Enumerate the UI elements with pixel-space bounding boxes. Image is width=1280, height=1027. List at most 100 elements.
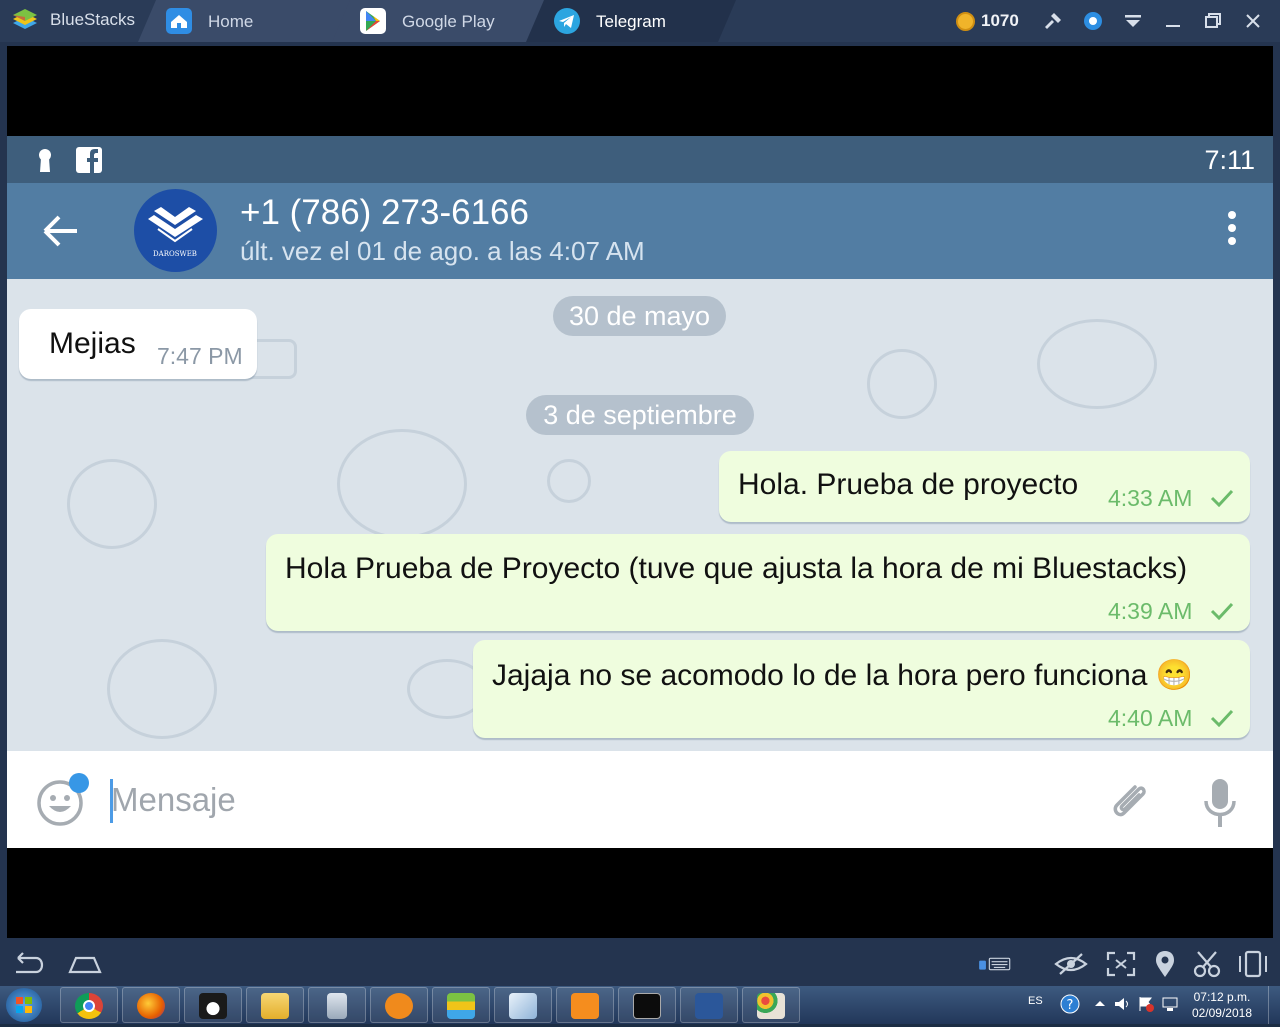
message-text: Hola. Prueba de proyecto — [738, 468, 1079, 501]
chat-messages-area[interactable]: 30 de mayo Mejias 7:47 PM 3 de septiembr… — [7, 279, 1273, 751]
home-icon[interactable] — [68, 950, 102, 978]
system-clock[interactable]: 07:12 p.m. 02/09/2018 — [1192, 989, 1252, 1021]
command-prompt-icon — [633, 993, 661, 1019]
hammer-icon[interactable] — [1042, 10, 1064, 32]
taskbar-firefox[interactable] — [122, 987, 180, 1023]
clock-date: 02/09/2018 — [1191, 1006, 1252, 1020]
windows-start-button[interactable] — [6, 988, 42, 1022]
google-play-icon — [360, 8, 386, 34]
taskbar-bluestacks[interactable] — [432, 987, 490, 1023]
message-time: 4:39 AM — [1108, 598, 1193, 624]
message-bubble-outgoing[interactable]: Hola Prueba de Proyecto (tuve que ajusta… — [266, 534, 1250, 631]
rotate-device-icon[interactable] — [1236, 950, 1270, 978]
sent-check-icon — [1210, 709, 1234, 727]
background-doodle — [1037, 319, 1157, 409]
date-separator: 3 de septiembre — [526, 395, 754, 435]
keyboard-icon[interactable] — [978, 950, 1012, 978]
message-text: Hola Prueba de Proyecto (tuve que ajusta… — [285, 552, 1188, 585]
message-bubble-outgoing[interactable]: Hola. Prueba de proyecto 4:33 AM — [719, 451, 1250, 522]
contact-name[interactable]: +1 (786) 273-6166 — [240, 193, 529, 233]
back-icon[interactable] — [10, 950, 44, 978]
penguin-icon — [199, 993, 227, 1019]
paint-icon — [757, 993, 785, 1019]
tab-label: Telegram — [596, 12, 666, 31]
taskbar-chrome[interactable] — [60, 987, 118, 1023]
coin-icon — [956, 12, 975, 31]
show-desktop-button[interactable] — [1268, 986, 1280, 1024]
sent-check-icon — [1210, 602, 1234, 620]
message-text: Jajaja no se acomodo lo de la hora pero … — [492, 659, 1194, 692]
title-bar: BlueStacks Home Google Play Telegram 107… — [0, 0, 1280, 42]
restore-icon[interactable] — [1202, 10, 1224, 32]
background-doodle — [547, 459, 591, 503]
taskbar-sublime-text[interactable] — [556, 987, 614, 1023]
tab-home[interactable]: Home — [138, 0, 356, 42]
chrome-icon — [75, 993, 103, 1019]
calculator-icon — [327, 993, 347, 1019]
microphone-icon[interactable] — [1200, 775, 1240, 831]
clock-time: 07:12 p.m. — [1193, 990, 1251, 1004]
windows-taskbar: ES ? 07:12 p.m. 02/09/2018 — [0, 986, 1280, 1024]
bluestacks-icon — [447, 993, 475, 1019]
dropdown-icon[interactable] — [1122, 10, 1144, 32]
taskbar-file-explorer[interactable] — [246, 987, 304, 1023]
fullscreen-icon[interactable] — [1104, 950, 1138, 978]
location-pin-icon[interactable] — [1082, 10, 1104, 32]
back-arrow-icon[interactable] — [41, 213, 81, 249]
eye-icon[interactable] — [1054, 950, 1088, 978]
telegram-icon — [554, 8, 580, 34]
background-doodle — [67, 459, 157, 549]
message-text: Mejias — [49, 327, 136, 360]
android-screen: 7:11 DAROSWEB +1 (786) 273-6166 últ. vez… — [7, 46, 1273, 938]
volume-icon[interactable] — [1112, 994, 1132, 1014]
taskbar-command-prompt[interactable] — [618, 987, 676, 1023]
message-bubble-outgoing[interactable]: Jajaja no se acomodo lo de la hora pero … — [473, 640, 1250, 738]
network-icon[interactable] — [1160, 994, 1180, 1014]
message-bubble-incoming[interactable]: Mejias 7:47 PM — [19, 309, 257, 379]
svg-text:DAROSWEB: DAROSWEB — [153, 250, 197, 258]
status-time: 7:11 — [1204, 145, 1255, 175]
sublime-text-icon — [571, 993, 599, 1019]
tab-telegram[interactable]: Telegram — [526, 0, 736, 42]
attach-icon[interactable] — [1105, 777, 1155, 827]
windows-logo-icon — [16, 997, 32, 1013]
message-input[interactable]: Mensaje — [111, 781, 236, 819]
taskbar-penguin[interactable] — [184, 987, 242, 1023]
contact-avatar[interactable]: DAROSWEB — [134, 189, 217, 272]
message-composer: Mensaje — [7, 751, 1273, 848]
home-icon — [166, 8, 192, 34]
taskbar-paint[interactable] — [742, 987, 800, 1023]
android-status-bar: 7:11 — [7, 136, 1273, 183]
notification-dot — [69, 773, 89, 793]
notes-icon — [509, 993, 537, 1019]
message-time: 4:40 AM — [1108, 705, 1193, 731]
date-separator: 30 de mayo — [553, 296, 726, 336]
background-doodle — [867, 349, 937, 419]
taskbar-calculator[interactable] — [308, 987, 366, 1023]
minimize-icon[interactable] — [1162, 10, 1184, 32]
action-center-flag-icon[interactable] — [1136, 994, 1156, 1014]
sent-check-icon — [1210, 489, 1234, 507]
scissors-icon[interactable] — [1190, 950, 1224, 978]
tab-google-play[interactable]: Google Play — [332, 0, 550, 42]
help-icon[interactable]: ? — [1060, 994, 1080, 1014]
close-icon[interactable] — [1242, 10, 1264, 32]
taskbar-media-player[interactable] — [370, 987, 428, 1023]
taskbar-word[interactable] — [680, 987, 738, 1023]
bluestacks-window: BlueStacks Home Google Play Telegram 107… — [0, 0, 1280, 1024]
tray-expand-icon[interactable] — [1090, 994, 1110, 1014]
message-time: 7:47 PM — [157, 343, 243, 369]
app-title: BlueStacks — [50, 10, 136, 29]
background-doodle — [337, 429, 467, 539]
firefox-icon — [137, 993, 165, 1019]
overflow-menu-icon[interactable] — [1225, 211, 1239, 251]
message-time: 4:33 AM — [1108, 485, 1193, 511]
word-icon — [695, 993, 723, 1019]
keyhole-icon — [39, 149, 51, 172]
input-language[interactable]: ES — [1028, 995, 1043, 1007]
taskbar-notes[interactable] — [494, 987, 552, 1023]
svg-text:?: ? — [1067, 998, 1074, 1013]
facebook-icon — [76, 147, 102, 173]
media-player-icon — [385, 993, 413, 1019]
location-icon[interactable] — [1148, 950, 1182, 978]
